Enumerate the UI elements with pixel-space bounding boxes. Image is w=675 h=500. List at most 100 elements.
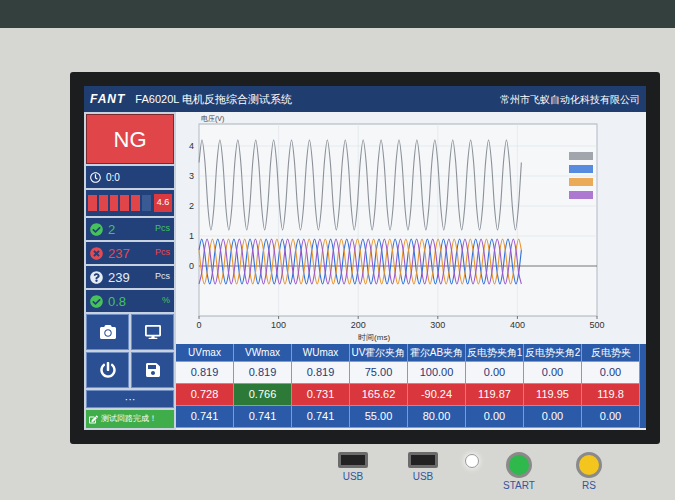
stat-row: 239Pcs bbox=[86, 266, 174, 288]
legend-swatch bbox=[569, 165, 593, 173]
status-bar: 测试回路完成！ bbox=[86, 410, 174, 428]
table-cell: 0.741 bbox=[176, 406, 234, 428]
stat-row: 0.8% bbox=[86, 290, 174, 312]
table-cell: 0.741 bbox=[292, 406, 350, 428]
camera-icon bbox=[100, 324, 116, 340]
hardware-button[interactable]: START bbox=[499, 452, 539, 491]
table-row: 0.8190.8190.81975.00100.000.000.000.00 bbox=[176, 362, 646, 384]
tool-button[interactable] bbox=[86, 314, 129, 350]
table-row: 0.7410.7410.74155.0080.000.000.000.00 bbox=[176, 406, 646, 428]
table-cell: 0.00 bbox=[524, 406, 582, 428]
fail-icon bbox=[90, 247, 103, 260]
table-cell: 80.00 bbox=[408, 406, 466, 428]
more-button[interactable]: ··· bbox=[86, 390, 174, 408]
svg-text:400: 400 bbox=[510, 320, 525, 330]
svg-text:3: 3 bbox=[189, 171, 194, 181]
table-cell: 0.819 bbox=[292, 362, 350, 384]
app-body: NG0:0 4.6 2Pcs237Pcs239Pcs0.8% ··· 测试回路完成！ 0 1… bbox=[84, 112, 646, 430]
column-header: 反电势夹 bbox=[582, 344, 640, 362]
meter-segment bbox=[110, 195, 119, 211]
table-cell: 0.00 bbox=[582, 406, 640, 428]
control-strip: USB USB START RS bbox=[70, 444, 660, 491]
svg-text:电压(V): 电压(V) bbox=[201, 115, 224, 123]
tool-grid bbox=[86, 314, 174, 388]
column-header: WUmax bbox=[292, 344, 350, 362]
table-cell: 100.00 bbox=[408, 362, 466, 384]
svg-text:300: 300 bbox=[430, 320, 445, 330]
table-cell: 0.741 bbox=[234, 406, 292, 428]
meter-segment bbox=[88, 195, 97, 211]
svg-text:0: 0 bbox=[189, 261, 194, 271]
wave-series bbox=[199, 239, 521, 284]
main-area: 010020030040050001234电压(V)时间(ms)UVmaxVWm… bbox=[176, 112, 646, 430]
table-cell: 0.819 bbox=[176, 362, 234, 384]
table-cell: 0.819 bbox=[234, 362, 292, 384]
result-table: UVmaxVWmaxWUmaxUV霍尔夹角霍尔AB夹角反电势夹角1反电势夹角2反… bbox=[176, 344, 646, 428]
sidebar: NG0:0 4.6 2Pcs237Pcs239Pcs0.8% ··· 测试回路完成！ bbox=[84, 112, 176, 430]
app-header: FANT FA6020L 电机反拖综合测试系统 常州市飞蚁自动化科技有限公司 bbox=[84, 86, 646, 112]
table-cell: 0.728 bbox=[176, 384, 234, 406]
meter-reading: 4.6 bbox=[154, 194, 172, 212]
table-cell: 165.62 bbox=[350, 384, 408, 406]
svg-text:0: 0 bbox=[196, 320, 201, 330]
legend-swatch bbox=[569, 152, 593, 160]
app-title: FA6020L 电机反拖综合测试系统 bbox=[135, 91, 292, 108]
table-header: UVmaxVWmaxWUmaxUV霍尔夹角霍尔AB夹角反电势夹角1反电势夹角2反… bbox=[176, 344, 646, 362]
stat-row: 237Pcs bbox=[86, 242, 174, 264]
hardware-button[interactable]: RS bbox=[569, 452, 609, 491]
svg-text:1: 1 bbox=[189, 231, 194, 241]
column-header: UVmax bbox=[176, 344, 234, 362]
svg-text:500: 500 bbox=[589, 320, 604, 330]
table-cell: 0.00 bbox=[524, 362, 582, 384]
svg-text:100: 100 bbox=[271, 320, 286, 330]
svg-text:4: 4 bbox=[189, 141, 194, 151]
legend-swatch bbox=[569, 191, 593, 199]
table-cell: 119.8 bbox=[582, 384, 640, 406]
screen-frame: FANT FA6020L 电机反拖综合测试系统 常州市飞蚁自动化科技有限公司 NG0:… bbox=[70, 72, 660, 444]
bezel: FANT FA6020L 电机反拖综合测试系统 常州市飞蚁自动化科技有限公司 NG0:… bbox=[0, 28, 675, 500]
wave-series bbox=[199, 140, 521, 230]
table-cell: 0.00 bbox=[466, 362, 524, 384]
svg-text:200: 200 bbox=[351, 320, 366, 330]
table-cell: 75.00 bbox=[350, 362, 408, 384]
tool-button[interactable] bbox=[86, 352, 129, 388]
tool-button[interactable] bbox=[131, 352, 174, 388]
column-header: 反电势夹角2 bbox=[524, 344, 582, 362]
waveform-chart: 010020030040050001234电压(V)时间(ms) bbox=[176, 112, 646, 344]
table-cell: 0.731 bbox=[292, 384, 350, 406]
table-cell: 0.00 bbox=[466, 406, 524, 428]
column-header: 霍尔AB夹角 bbox=[408, 344, 466, 362]
meter-row: 4.6 bbox=[86, 190, 174, 216]
screen: FANT FA6020L 电机反拖综合测试系统 常州市飞蚁自动化科技有限公司 NG0:… bbox=[84, 86, 646, 430]
device-photo: FANT FA6020L 电机反拖综合测试系统 常州市飞蚁自动化科技有限公司 NG0:… bbox=[0, 0, 675, 500]
meter-segment bbox=[142, 195, 151, 211]
column-header: VWmax bbox=[234, 344, 292, 362]
check-icon bbox=[90, 223, 103, 236]
tool-button[interactable] bbox=[131, 314, 174, 350]
table-cell: 119.95 bbox=[524, 384, 582, 406]
save-icon bbox=[145, 362, 161, 378]
chart-panel: 010020030040050001234电压(V)时间(ms) bbox=[176, 112, 646, 344]
edit-icon bbox=[89, 415, 98, 424]
meter-segment bbox=[99, 195, 108, 211]
column-header: UV霍尔夹角 bbox=[350, 344, 408, 362]
usb-port: USB bbox=[405, 452, 441, 482]
table-cell: 119.87 bbox=[466, 384, 524, 406]
timer-row: 0:0 bbox=[86, 166, 174, 188]
check-icon bbox=[90, 295, 103, 308]
background-strip bbox=[0, 0, 675, 28]
company-name: 常州市飞蚁自动化科技有限公司 bbox=[500, 92, 640, 107]
table-row: 0.7280.7660.731165.62-90.24119.87119.951… bbox=[176, 384, 646, 406]
monitor-icon bbox=[145, 324, 161, 340]
logo: FANT bbox=[90, 90, 125, 108]
column-header: 反电势夹角1 bbox=[466, 344, 524, 362]
table-cell: 55.00 bbox=[350, 406, 408, 428]
usb-port: USB bbox=[335, 452, 371, 482]
wave-series bbox=[199, 239, 521, 284]
stat-row: 2Pcs bbox=[86, 218, 174, 240]
result-badge: NG bbox=[86, 114, 174, 164]
clock-icon bbox=[90, 172, 101, 183]
table-cell: 0.766 bbox=[234, 384, 292, 406]
wave-series bbox=[199, 239, 521, 284]
power-icon bbox=[100, 362, 116, 378]
